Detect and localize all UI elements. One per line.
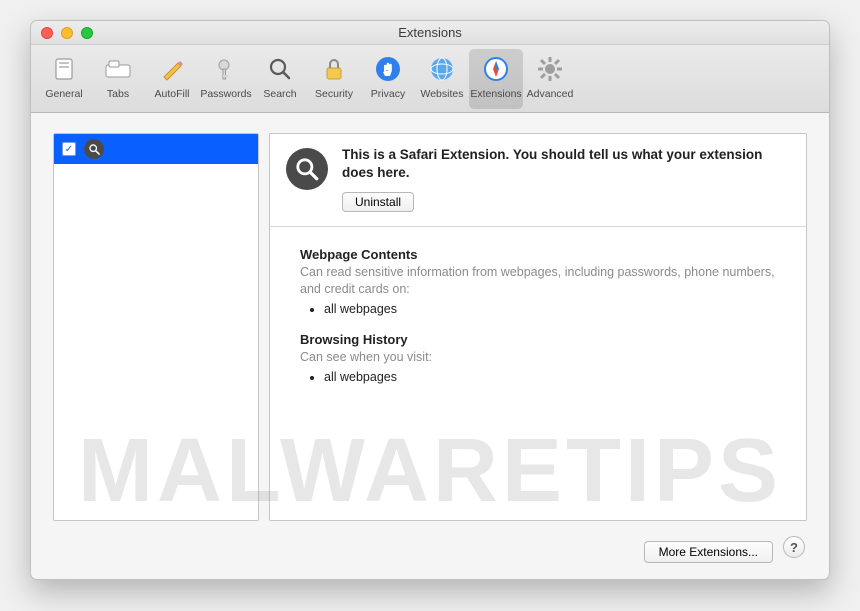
toolbar-tab-websites[interactable]: Websites [415, 49, 469, 109]
extension-detail-panel: This is a Safari Extension. You should t… [269, 133, 807, 521]
extension-list-item[interactable]: ✓ [54, 134, 258, 164]
section-title: Webpage Contents [300, 247, 776, 262]
content-area: ✓ This is a Safari Extension. You should… [31, 113, 829, 579]
gear-icon [533, 52, 567, 86]
key-icon [209, 52, 243, 86]
window-title: Extensions [31, 25, 829, 40]
toolbar-tab-passwords[interactable]: Passwords [199, 49, 253, 109]
extension-large-icon [286, 148, 328, 190]
autofill-icon [155, 52, 189, 86]
toolbar-label: Tabs [107, 88, 129, 100]
toolbar-label: Websites [421, 88, 464, 100]
titlebar: Extensions [31, 21, 829, 45]
toolbar-label: AutoFill [154, 88, 189, 100]
toolbar-tab-advanced[interactable]: Advanced [523, 49, 577, 109]
toolbar-label: Security [315, 88, 353, 100]
extension-enable-checkbox[interactable]: ✓ [62, 142, 76, 156]
preferences-window: Extensions General Tabs AutoFill [30, 20, 830, 580]
toolbar-tab-tabs[interactable]: Tabs [91, 49, 145, 109]
toolbar-tab-extensions[interactable]: Extensions [469, 49, 523, 109]
uninstall-button[interactable]: Uninstall [342, 192, 414, 212]
general-icon [47, 52, 81, 86]
extensions-sidebar: ✓ [53, 133, 259, 521]
extension-search-icon [84, 139, 104, 159]
toolbar-label: Search [263, 88, 296, 100]
permission-bullet: all webpages [324, 302, 776, 316]
toolbar-tab-privacy[interactable]: Privacy [361, 49, 415, 109]
toolbar-label: Passwords [200, 88, 251, 100]
toolbar-label: General [45, 88, 82, 100]
toolbar-tab-security[interactable]: Security [307, 49, 361, 109]
toolbar-label: Privacy [371, 88, 405, 100]
tabs-icon [101, 52, 135, 86]
hand-icon [371, 52, 405, 86]
toolbar-tab-search[interactable]: Search [253, 49, 307, 109]
lock-icon [317, 52, 351, 86]
toolbar-tab-general[interactable]: General [37, 49, 91, 109]
section-title: Browsing History [300, 332, 776, 347]
section-desc: Can read sensitive information from webp… [300, 264, 776, 298]
panels: ✓ This is a Safari Extension. You should… [53, 133, 807, 521]
globe-icon [425, 52, 459, 86]
toolbar-label: Extensions [470, 88, 521, 100]
section-desc: Can see when you visit: [300, 349, 776, 366]
permission-bullet: all webpages [324, 370, 776, 384]
permissions-body: Webpage Contents Can read sensitive info… [270, 227, 806, 410]
help-button[interactable]: ? [783, 536, 805, 558]
extension-description: This is a Safari Extension. You should t… [342, 146, 790, 182]
preferences-toolbar: General Tabs AutoFill Passwords [31, 45, 829, 113]
toolbar-label: Advanced [527, 88, 574, 100]
compass-icon [479, 52, 513, 86]
footer: More Extensions... ? [53, 521, 807, 563]
toolbar-tab-autofill[interactable]: AutoFill [145, 49, 199, 109]
more-extensions-button[interactable]: More Extensions... [644, 541, 773, 563]
detail-header: This is a Safari Extension. You should t… [270, 134, 806, 227]
search-icon [263, 52, 297, 86]
